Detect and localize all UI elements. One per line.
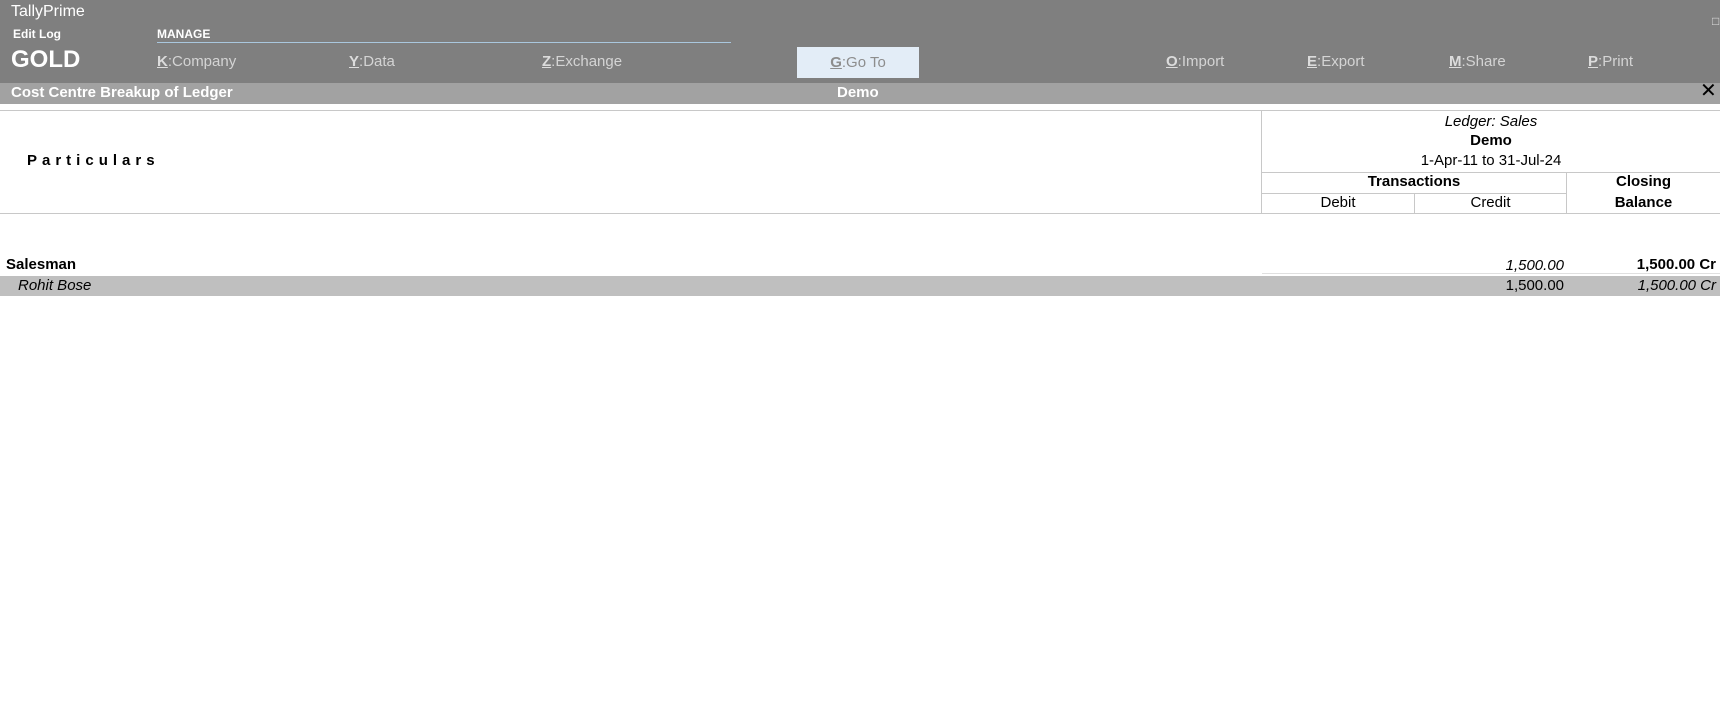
- ledger-name: Ledger: Sales: [1444, 113, 1538, 130]
- lock-icon: □: [1712, 14, 1720, 28]
- goto-key: G: [830, 54, 842, 71]
- menu-print-label: Print: [1602, 53, 1634, 70]
- row-closing: 1,500.00 Cr: [1636, 256, 1716, 273]
- row-credit: 1,500.00: [1505, 257, 1564, 274]
- menu-import-key: O: [1166, 53, 1178, 70]
- goto-label: Go To: [846, 54, 886, 71]
- menu-company-label: Company: [172, 53, 237, 70]
- menu-print-key: P: [1588, 53, 1599, 70]
- goto-button[interactable]: G: Go To: [797, 47, 919, 78]
- menu-share[interactable]: M:Share: [1449, 53, 1506, 70]
- particulars-header: Particulars: [27, 152, 160, 169]
- menu-share-label: Share: [1465, 53, 1506, 70]
- menu-data[interactable]: Y:Data: [349, 53, 395, 70]
- row-name-rohit-bose: Rohit Bose: [18, 277, 92, 294]
- menu-import-label: Import: [1181, 53, 1225, 70]
- menu-export-label: Export: [1321, 53, 1365, 70]
- edition-label: GOLD: [11, 46, 81, 73]
- closing-header-line1: Closing: [1616, 173, 1671, 190]
- menu-exchange[interactable]: Z:Exchange: [542, 53, 622, 70]
- report-title-bar: Cost Centre Breakup of Ledger Demo ✕: [0, 81, 1720, 104]
- menu-print[interactable]: P:Print: [1588, 53, 1633, 70]
- menu-exchange-label: Exchange: [555, 53, 623, 70]
- menu-share-key: M: [1449, 53, 1462, 70]
- header-company: Demo: [1470, 132, 1512, 149]
- edit-log-label[interactable]: Edit Log: [13, 27, 61, 41]
- row-credit-rohit: 1,500.00: [1505, 277, 1564, 294]
- manage-label: MANAGE: [157, 27, 731, 43]
- menu-import[interactable]: O:Import: [1166, 53, 1224, 70]
- menu-export[interactable]: E:Export: [1307, 53, 1365, 70]
- report-company: Demo: [837, 84, 879, 101]
- app-title: TallyPrime: [11, 3, 85, 20]
- period-range: 1-Apr-11 to 31-Jul-24: [1420, 152, 1562, 169]
- menu-company[interactable]: K:Company: [157, 53, 236, 70]
- row-closing-rohit: 1,500.00 Cr: [1637, 277, 1716, 294]
- menu-exchange-key: Z: [542, 53, 552, 70]
- menu-data-key: Y: [349, 53, 360, 70]
- header-top-border: [0, 110, 1720, 111]
- close-icon[interactable]: ✕: [1700, 81, 1717, 102]
- transactions-header: Transactions: [1367, 173, 1461, 190]
- menu-company-key: K: [157, 53, 168, 70]
- closing-header-line2: Balance: [1614, 194, 1673, 211]
- menu-data-label: Data: [363, 53, 395, 70]
- report-title: Cost Centre Breakup of Ledger: [11, 84, 233, 101]
- header-bottom-border: [0, 213, 1720, 214]
- top-bar: TallyPrime Edit Log GOLD MANAGE K:Compan…: [0, 0, 1720, 83]
- row-name-salesman: Salesman: [6, 256, 77, 273]
- menu-export-key: E: [1307, 53, 1318, 70]
- credit-header: Credit: [1470, 194, 1511, 211]
- debit-header: Debit: [1320, 194, 1356, 211]
